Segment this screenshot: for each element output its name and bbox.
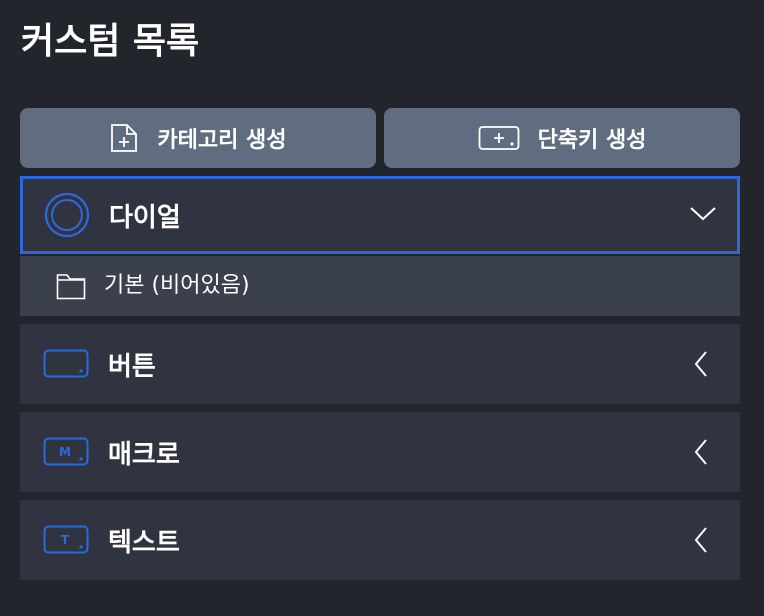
folder-plus-icon xyxy=(109,123,139,153)
category-text[interactable]: T 텍스트 xyxy=(20,500,740,580)
create-shortcut-label: 단축키 생성 xyxy=(537,128,647,153)
category-button[interactable]: 버튼 xyxy=(20,324,740,404)
category-macro[interactable]: M 매크로 xyxy=(20,412,740,492)
folder-icon xyxy=(56,272,86,304)
macro-icon: M xyxy=(43,437,89,467)
category-dial-label: 다이얼 xyxy=(109,203,181,233)
create-category-label: 카테고리 생성 xyxy=(157,128,287,153)
action-bar: 카테고리 생성 단축키 생성 xyxy=(20,108,740,168)
dial-icon xyxy=(44,192,90,238)
category-macro-label: 매크로 xyxy=(108,440,180,470)
sub-item-default-label: 기본 (비어있음) xyxy=(104,273,250,298)
category-dial[interactable]: 다이얼 xyxy=(20,176,740,254)
svg-text:T: T xyxy=(61,533,70,547)
create-shortcut-button[interactable]: 단축키 생성 xyxy=(384,108,740,168)
chevron-left-icon[interactable] xyxy=(692,526,710,554)
chevron-left-icon[interactable] xyxy=(692,350,710,378)
chevron-down-icon[interactable] xyxy=(689,204,717,224)
page-title: 커스텀 목록 xyxy=(21,21,200,62)
category-text-label: 텍스트 xyxy=(108,528,180,558)
chevron-left-icon[interactable] xyxy=(692,438,710,466)
button-icon xyxy=(43,349,89,379)
text-icon: T xyxy=(43,525,89,555)
create-category-button[interactable]: 카테고리 생성 xyxy=(20,108,376,168)
keyboard-plus-icon xyxy=(478,124,520,152)
sub-item-default[interactable]: 기본 (비어있음) xyxy=(20,256,740,316)
svg-text:M: M xyxy=(59,445,71,459)
category-button-label: 버튼 xyxy=(108,352,156,382)
